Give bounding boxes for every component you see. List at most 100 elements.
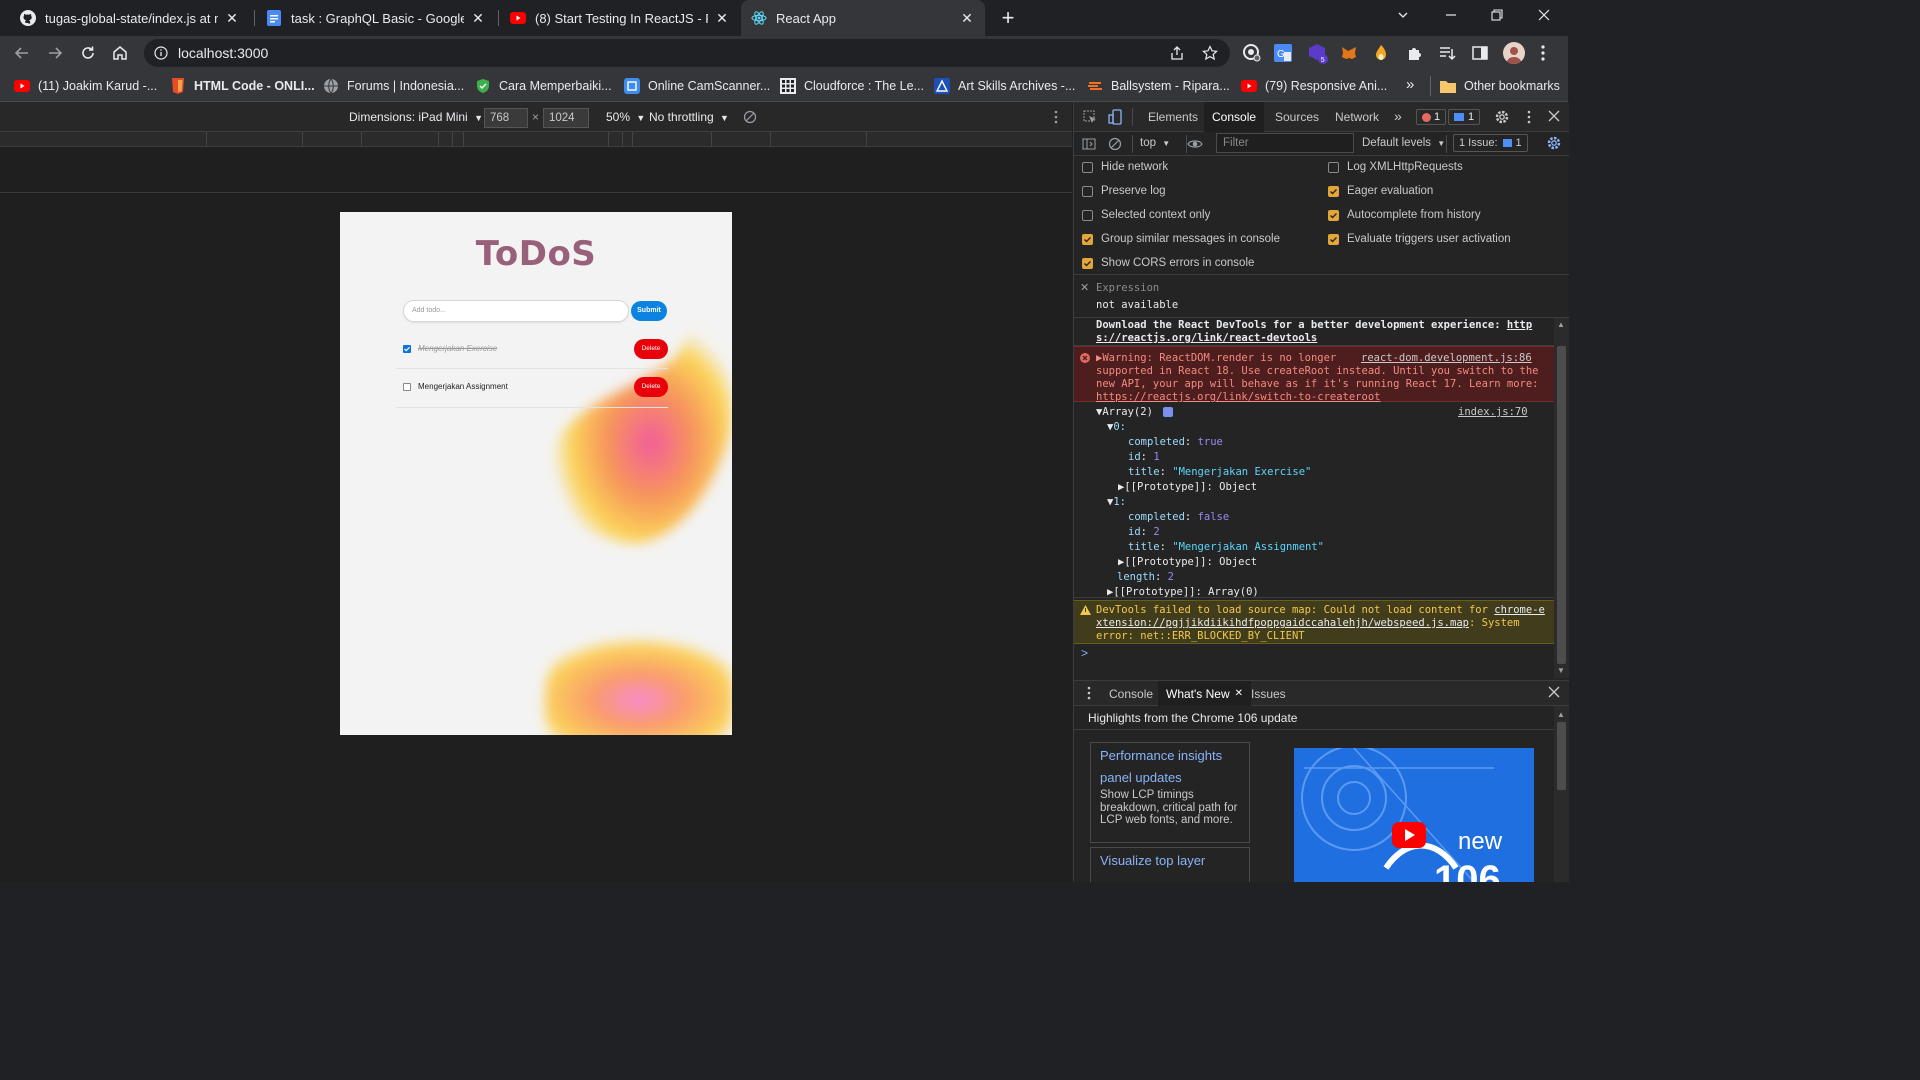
bookmarks-overflow-icon[interactable]: » [1406, 76, 1414, 93]
throttling-select[interactable]: No throttling ▼ [649, 110, 729, 124]
scroll-up-icon[interactable]: ▲ [1557, 710, 1565, 719]
tree-node[interactable]: ▼0: [1107, 421, 1126, 433]
live-expression-eye-icon[interactable] [1187, 137, 1203, 151]
close-icon[interactable]: ✕ [224, 10, 240, 26]
settings-gear-icon[interactable] [1494, 109, 1510, 125]
bookmark-item[interactable]: Forums | Indonesia... [323, 77, 464, 95]
todo-checkbox[interactable] [403, 383, 411, 391]
zoom-select[interactable]: 50% ▼ [606, 110, 645, 124]
console-settings-gear-icon[interactable] [1546, 135, 1562, 151]
close-icon[interactable]: ✕ [959, 10, 975, 26]
todo-checkbox[interactable] [403, 345, 411, 353]
devtools-tab-network[interactable]: Network [1327, 102, 1387, 132]
restore-icon[interactable] [1490, 8, 1506, 26]
tree-node[interactable]: ▶[[Prototype]]: Array(0) [1107, 586, 1259, 598]
bookmark-star-icon[interactable] [1202, 45, 1218, 61]
setting-preserve-log[interactable]: Preserve log [1082, 185, 1166, 197]
bookmark-item[interactable]: HTML Code - ONLI... [170, 77, 315, 95]
checkbox[interactable] [1082, 209, 1093, 221]
card-title[interactable]: Performance insights [1100, 748, 1222, 763]
devtools-tab-sources[interactable]: Sources [1267, 102, 1327, 132]
rotate-icon[interactable] [743, 110, 757, 124]
new-tab-button[interactable]: + [998, 7, 1018, 29]
message-count-badge[interactable]: 1 [1448, 109, 1481, 125]
home-icon[interactable] [111, 44, 129, 62]
browser-tab-react-app[interactable]: React App ✕ [741, 0, 985, 36]
setting-selected-context-only[interactable]: Selected context only [1082, 209, 1210, 221]
checkbox[interactable] [1082, 161, 1093, 173]
extension-badge-icon[interactable]: 5 [1307, 42, 1329, 64]
tree-node[interactable]: ▶[[Prototype]]: Object [1118, 556, 1257, 568]
drawer-scrollbar[interactable]: ▲ [1554, 706, 1569, 882]
more-tabs-icon[interactable]: » [1394, 108, 1402, 124]
remove-expression-icon[interactable]: ✕ [1080, 281, 1089, 294]
setting-evaluate-triggers[interactable]: Evaluate triggers user activation [1328, 233, 1511, 245]
console-link[interactable]: chrome-e [1494, 604, 1545, 616]
setting-hide-network[interactable]: Hide network [1082, 161, 1168, 173]
address-bar[interactable]: localhost:3000 [144, 39, 1230, 67]
reload-icon[interactable] [79, 44, 97, 62]
delete-button[interactable]: Delete [634, 339, 668, 359]
delete-button[interactable]: Delete [634, 377, 668, 397]
bookmark-item[interactable]: Art Skills Archives -... [934, 77, 1075, 95]
profile-avatar[interactable] [1503, 42, 1525, 64]
drawer-close-icon[interactable] [1548, 686, 1560, 698]
card-title[interactable]: Visualize top layer [1100, 853, 1205, 868]
console-link[interactable]: http [1507, 319, 1532, 331]
window-close-icon[interactable] [1537, 8, 1553, 26]
drawer-tab-console[interactable]: Console [1101, 681, 1161, 706]
device-menu-icon[interactable] [1053, 110, 1059, 124]
console-link[interactable]: s://reactjs.org/link/react-devtools [1096, 332, 1317, 344]
media-query-bar[interactable] [0, 132, 1072, 147]
checkbox[interactable] [1082, 185, 1093, 197]
metamask-icon[interactable] [1340, 44, 1358, 62]
sidebar-toggle-icon[interactable] [1082, 137, 1096, 151]
bookmark-item[interactable]: (79) Responsive Ani... [1241, 77, 1387, 95]
setting-autocomplete-history[interactable]: Autocomplete from history [1328, 209, 1481, 221]
tree-node[interactable]: ▼1: [1107, 496, 1126, 508]
expression-label[interactable]: Expression [1096, 282, 1159, 294]
devtools-tab-console[interactable]: Console [1204, 102, 1265, 132]
submit-button[interactable]: Submit [631, 301, 667, 321]
bookmark-item[interactable]: Online CamScanner... [624, 77, 770, 95]
drawer-tab-whats-new[interactable]: What's New ✕ [1158, 681, 1252, 706]
source-link[interactable]: react-dom.development.js:86 [1361, 352, 1532, 364]
browser-tab-github[interactable]: tugas-global-state/index.js at ma ✕ [10, 0, 250, 36]
tree-node[interactable]: ▶[[Prototype]]: Object [1118, 481, 1257, 493]
checkbox[interactable] [1082, 257, 1093, 269]
setting-log-xhr[interactable]: Log XMLHttpRequests [1328, 161, 1463, 173]
info-icon[interactable] [154, 46, 168, 60]
array-toggle[interactable]: ▼Array(2) [1096, 406, 1174, 418]
add-todo-input[interactable]: Add todo... [403, 300, 629, 322]
error-count-badge[interactable]: 1 [1416, 109, 1447, 125]
source-link[interactable]: index.js:70 [1458, 406, 1528, 418]
scrollbar-thumb[interactable] [1557, 722, 1566, 790]
flame-extension-icon[interactable] [1374, 43, 1388, 63]
tab-search-icon[interactable] [1396, 8, 1412, 26]
reading-list-icon[interactable] [1438, 44, 1456, 62]
inspect-element-icon[interactable] [1083, 110, 1097, 124]
whats-new-card[interactable]: Visualize top layer [1090, 847, 1250, 882]
setting-group-similar[interactable]: Group similar messages in console [1082, 233, 1280, 245]
checkbox[interactable] [1328, 233, 1339, 245]
console-link[interactable]: xtension://pgjjikdiikihdfpoppgaidccahale… [1096, 617, 1469, 629]
forward-icon[interactable] [46, 44, 64, 62]
clear-console-icon[interactable] [1108, 137, 1122, 151]
checkbox[interactable] [1328, 161, 1339, 173]
issues-button[interactable]: 1 Issue: 1 [1453, 134, 1528, 152]
drawer-tab-issues[interactable]: Issues [1243, 681, 1294, 706]
console-filter-input[interactable]: Filter [1216, 133, 1354, 153]
play-button-icon[interactable] [1392, 822, 1426, 848]
bookmark-item[interactable]: Cara Memperbaiki... [475, 77, 612, 95]
log-levels-select[interactable]: Default levels ▼ [1362, 137, 1445, 149]
bookmark-item[interactable]: Cloudforce : The Le... [780, 77, 924, 95]
checkbox[interactable] [1328, 185, 1339, 197]
close-icon[interactable]: ✕ [470, 10, 486, 26]
card-title[interactable]: panel updates [1100, 770, 1182, 785]
device-width-input[interactable]: 768 [484, 108, 528, 128]
scroll-down-icon[interactable]: ▼ [1557, 666, 1565, 675]
console-link[interactable]: https://reactjs.org/link/switch-to-creat… [1096, 391, 1380, 403]
devtools-tab-elements[interactable]: Elements [1140, 102, 1206, 132]
menu-kebab-icon[interactable] [1540, 44, 1546, 62]
setting-eager-evaluation[interactable]: Eager evaluation [1328, 185, 1433, 197]
